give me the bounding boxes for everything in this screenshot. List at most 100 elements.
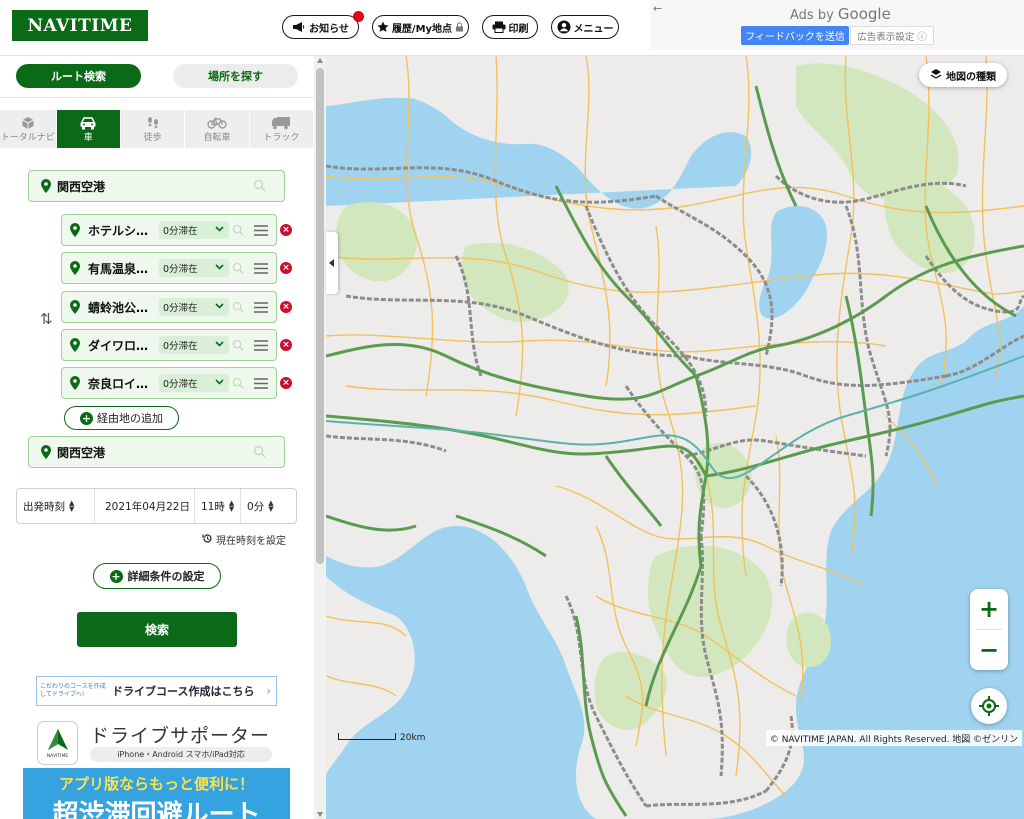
map-graphics	[326, 56, 1024, 819]
minute-select[interactable]: 0分 ▲ ▼	[241, 489, 296, 523]
ad-title[interactable]: ドライブサポーター	[90, 721, 270, 748]
search-button[interactable]: 検索	[77, 612, 237, 647]
ad-settings-button[interactable]: 広告表示設定 ⓘ	[850, 26, 934, 45]
app-icon-text: NAVITIME	[46, 753, 69, 759]
search-icon[interactable]	[232, 262, 244, 274]
waypoint-field[interactable]: 蜻蛉池公… 0分滞在	[61, 291, 277, 323]
drag-handle-icon[interactable]	[254, 263, 268, 274]
history-clock-icon	[202, 533, 213, 547]
mode-bicycle[interactable]: 自転車	[185, 110, 250, 148]
time-type-label: 出発時刻	[23, 500, 65, 513]
mode-label: 徒歩	[143, 133, 162, 143]
mode-truck[interactable]: トラック	[249, 110, 314, 148]
stay-duration-select[interactable]: 0分滞在	[159, 221, 229, 239]
waypoint-field[interactable]: 有馬温泉… 0分滞在	[61, 252, 277, 284]
zoom-in-button[interactable]: +	[970, 589, 1008, 629]
drag-handle-icon[interactable]	[254, 340, 268, 351]
waypoint-field[interactable]: 奈良ロイ… 0分滞在	[61, 367, 277, 399]
remove-waypoint-button[interactable]: ×	[280, 339, 292, 351]
updown-arrows-icon: ▲ ▼	[69, 499, 75, 513]
remove-waypoint-button[interactable]: ×	[280, 377, 292, 389]
ad-feedback-button[interactable]: フィードバックを送信	[741, 26, 849, 45]
ad-feedback-area: ← Ads by Google フィードバックを送信 広告表示設定 ⓘ	[650, 0, 1024, 50]
search-icon[interactable]	[253, 179, 266, 192]
map-canvas[interactable]	[326, 56, 1024, 819]
set-current-time-link[interactable]: 現在時刻を設定	[202, 532, 286, 547]
drive-course-banner[interactable]: こだわりのコースを作成してドライブへ! ドライブコース作成はこちら ›	[36, 676, 277, 706]
search-icon[interactable]	[253, 445, 266, 458]
origin-field[interactable]: 関西空港	[28, 170, 285, 202]
history-button[interactable]: 履歴/My地点	[372, 15, 469, 39]
mode-label: トラック	[263, 133, 300, 143]
hour-label: 11時	[201, 500, 225, 513]
drag-handle-icon[interactable]	[254, 302, 268, 313]
waypoint-field[interactable]: ダイワロ… 0分滞在	[61, 329, 277, 361]
chevron-down-icon	[215, 262, 224, 274]
updown-arrows-icon: ▲ ▼	[268, 499, 274, 513]
mode-total-navi[interactable]: トータルナビ	[0, 110, 57, 148]
stay-duration-select[interactable]: 0分滞在	[159, 298, 229, 316]
mode-car[interactable]: 車	[56, 110, 121, 148]
search-icon[interactable]	[232, 377, 244, 389]
hour-select[interactable]: 11時 ▲ ▼	[195, 489, 241, 523]
tab-route-search[interactable]: ルート検索	[16, 64, 141, 88]
news-label: お知らせ	[309, 23, 349, 35]
chevron-right-icon: ›	[266, 684, 271, 698]
remove-waypoint-button[interactable]: ×	[280, 262, 292, 274]
user-icon	[557, 20, 571, 34]
stay-label: 0分滞在	[163, 264, 198, 275]
drag-handle-icon[interactable]	[254, 378, 268, 389]
map-type-button[interactable]: 地図の種類	[919, 63, 1007, 87]
sidebar-scrollbar[interactable]	[314, 56, 326, 819]
detail-conditions-button[interactable]: + 詳細条件の設定	[93, 563, 221, 589]
search-icon[interactable]	[232, 301, 244, 313]
swap-route-icon[interactable]: ⇅	[40, 310, 53, 328]
tab-place-search[interactable]: 場所を探す	[173, 64, 298, 88]
stay-duration-select[interactable]: 0分滞在	[159, 374, 229, 392]
time-type-select[interactable]: 出発時刻 ▲ ▼	[17, 489, 95, 523]
print-button[interactable]: 印刷	[482, 15, 538, 39]
mode-walk[interactable]: 徒歩	[120, 110, 186, 148]
add-waypoint-button[interactable]: + 経由地の追加	[64, 406, 179, 430]
scroll-thumb[interactable]	[316, 68, 324, 564]
printer-icon	[492, 21, 506, 33]
print-label: 印刷	[508, 23, 529, 35]
remove-waypoint-button[interactable]: ×	[280, 301, 292, 313]
banner-main-text: ドライブコース作成はこちら	[112, 685, 255, 698]
chevron-left-icon	[329, 259, 334, 267]
chevron-down-icon	[215, 224, 224, 236]
map-pin-icon	[70, 338, 80, 352]
remove-waypoint-button[interactable]: ×	[280, 224, 292, 236]
lock-icon	[455, 22, 464, 32]
ad-back-arrow[interactable]: ←	[653, 2, 662, 15]
zoom-out-button[interactable]: −	[970, 630, 1008, 670]
chevron-down-icon	[215, 301, 224, 313]
drive-supporter-app-icon[interactable]: NAVITIME	[37, 721, 78, 765]
destination-field[interactable]: 関西空港	[28, 436, 285, 468]
app-promo-banner[interactable]: アプリ版ならもっと便利に！ 超渋滞回避ルート	[23, 768, 290, 819]
truck-icon	[271, 115, 291, 130]
waypoint-name: 奈良ロイ…	[88, 376, 149, 391]
search-icon[interactable]	[232, 339, 244, 351]
drag-handle-icon[interactable]	[254, 225, 268, 236]
current-location-button[interactable]	[971, 688, 1007, 724]
waypoint-field[interactable]: ホテルシ… 0分滞在	[61, 214, 277, 246]
updown-arrows-icon: ▲ ▼	[228, 499, 235, 513]
stay-label: 0分滞在	[163, 226, 198, 237]
menu-button[interactable]: メニュー	[551, 15, 619, 39]
date-select[interactable]: 2021年04月22日	[95, 489, 195, 523]
stay-duration-select[interactable]: 0分滞在	[159, 259, 229, 277]
app-header: NAVITIME お知らせ 履歴/My地点 印刷 メニュー ← Ads by G…	[0, 0, 1024, 56]
news-button[interactable]: お知らせ	[282, 11, 364, 39]
scroll-up-arrow[interactable]	[317, 58, 323, 63]
megaphone-icon	[292, 21, 306, 33]
search-icon[interactable]	[232, 224, 244, 236]
chevron-down-icon	[215, 339, 224, 351]
scroll-down-arrow[interactable]	[317, 812, 323, 817]
map-pin-icon	[70, 261, 80, 275]
collapse-sidebar-button[interactable]	[326, 232, 338, 294]
navitime-logo[interactable]: NAVITIME	[12, 10, 148, 41]
google-label: Google	[837, 5, 891, 23]
tab-divider	[0, 97, 314, 98]
stay-duration-select[interactable]: 0分滞在	[159, 336, 229, 354]
